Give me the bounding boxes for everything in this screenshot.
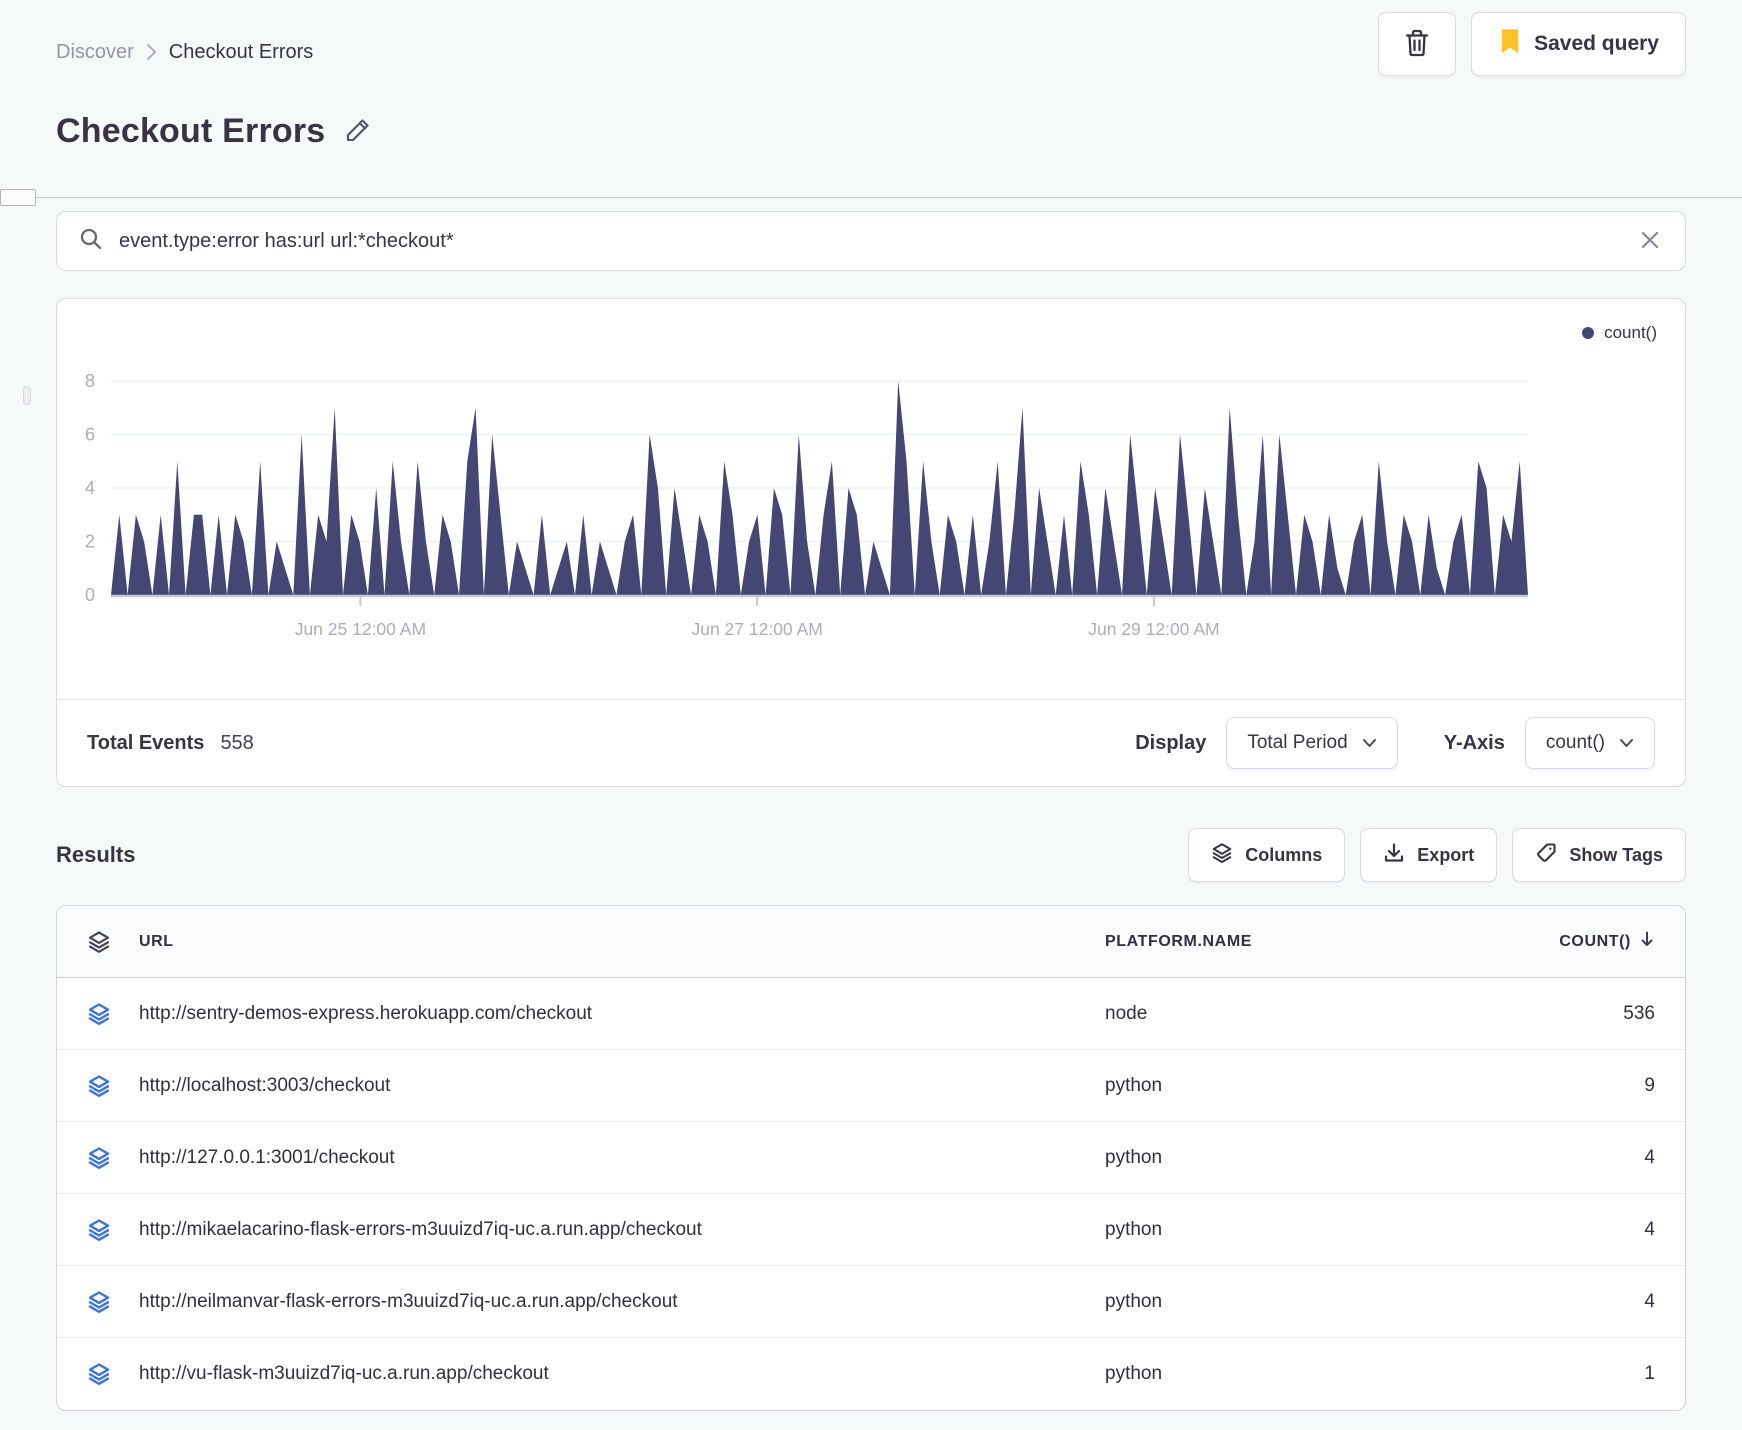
svg-text:Jun 29 12:00 AM: Jun 29 12:00 AM	[1088, 619, 1219, 639]
table-row[interactable]: http://sentry-demos-express.herokuapp.co…	[57, 978, 1685, 1050]
row-actions-layers-icon[interactable]	[87, 1218, 111, 1242]
chevron-down-icon	[1362, 732, 1377, 754]
platform-cell: python	[1105, 1218, 1163, 1240]
svg-text:0: 0	[85, 585, 95, 605]
svg-text:Jun 25 12:00 AM: Jun 25 12:00 AM	[295, 619, 426, 639]
row-actions-layers-icon[interactable]	[87, 1146, 111, 1170]
svg-text:6: 6	[85, 425, 95, 445]
platform-cell: python	[1105, 1290, 1163, 1312]
search-bar	[56, 211, 1686, 271]
close-icon	[1641, 231, 1659, 252]
header-divider	[0, 189, 1742, 206]
platform-cell: python	[1105, 1363, 1163, 1384]
export-button[interactable]: Export	[1360, 828, 1498, 882]
bookmark-icon	[1498, 28, 1522, 60]
url-cell: http://mikaelacarino-flask-errors-m3uuiz…	[139, 1218, 702, 1240]
layers-icon	[87, 930, 111, 954]
total-events-value: 558	[220, 731, 254, 754]
platform-cell: python	[1105, 1146, 1163, 1168]
yaxis-dropdown[interactable]: count()	[1524, 717, 1655, 769]
chart-legend[interactable]: count()	[1582, 323, 1657, 343]
tag-icon	[1535, 842, 1557, 869]
chart-footer: Total Events 558 Display Total Period Y-…	[57, 699, 1685, 786]
row-actions-layers-icon[interactable]	[87, 1362, 111, 1386]
url-cell: http://sentry-demos-express.herokuapp.co…	[139, 1002, 593, 1024]
url-cell: http://localhost:3003/checkout	[139, 1074, 391, 1096]
delete-query-button[interactable]	[1378, 12, 1457, 76]
count-cell: 4	[1644, 1290, 1655, 1312]
svg-text:8: 8	[85, 371, 95, 391]
download-icon	[1383, 842, 1405, 869]
search-input[interactable]	[119, 229, 1621, 253]
chevron-down-icon	[1619, 732, 1634, 754]
row-actions-layers-icon[interactable]	[87, 1290, 111, 1314]
column-header-url[interactable]: URL	[139, 933, 1105, 951]
table-row[interactable]: http://neilmanvar-flask-errors-m3uuizd7i…	[57, 1266, 1685, 1338]
results-heading: Results	[56, 842, 136, 867]
count-cell: 536	[1623, 1002, 1655, 1024]
sort-desc-arrow-icon	[1639, 930, 1655, 953]
legend-label: count()	[1604, 323, 1657, 342]
trash-icon	[1403, 28, 1431, 61]
svg-text:4: 4	[85, 478, 95, 498]
url-cell: http://127.0.0.1:3001/checkout	[139, 1146, 395, 1168]
platform-cell: python	[1105, 1074, 1163, 1096]
display-value: Total Period	[1247, 732, 1348, 753]
page-title: Checkout Errors	[56, 112, 326, 150]
column-header-platform[interactable]: PLATFORM.NAME	[1105, 933, 1485, 951]
table-header-row: URL PLATFORM.NAME COUNT()	[57, 906, 1685, 978]
saved-query-label: Saved query	[1534, 32, 1659, 55]
display-label: Display	[1135, 731, 1207, 754]
breadcrumb-discover[interactable]: Discover	[56, 41, 134, 64]
table-row[interactable]: http://127.0.0.1:3001/checkout python 4	[57, 1122, 1685, 1194]
page-header: Discover Checkout Errors Saved query Che…	[0, 0, 1742, 151]
column-header-count[interactable]: COUNT()	[1485, 930, 1655, 953]
count-cell: 9	[1644, 1074, 1655, 1096]
count-cell: 4	[1644, 1218, 1655, 1240]
search-icon	[79, 227, 103, 256]
export-label: Export	[1417, 844, 1475, 865]
columns-label: Columns	[1245, 844, 1323, 865]
results-toolbar: Results Columns Export Show Tags	[56, 828, 1686, 882]
display-dropdown[interactable]: Total Period	[1226, 717, 1398, 769]
pencil-icon	[343, 115, 373, 148]
edit-title-button[interactable]	[341, 113, 375, 150]
count-cell: 1	[1644, 1363, 1655, 1384]
total-events-label: Total Events	[87, 731, 205, 754]
row-actions-layers-icon[interactable]	[87, 1074, 111, 1098]
table-row[interactable]: http://mikaelacarino-flask-errors-m3uuiz…	[57, 1194, 1685, 1266]
count-header-label: COUNT()	[1559, 932, 1631, 950]
drag-grip[interactable]	[23, 386, 31, 405]
url-cell: http://vu-flask-m3uuizd7iq-uc.a.run.app/…	[139, 1363, 549, 1384]
events-chart-panel: count() 0 2 4 6 8 Jun 25 12:00 AM Jun 27 12:00…	[56, 298, 1686, 787]
chevron-right-icon	[146, 43, 157, 61]
show-tags-label: Show Tags	[1569, 844, 1663, 865]
svg-text:2: 2	[85, 532, 95, 552]
show-tags-button[interactable]: Show Tags	[1512, 828, 1686, 882]
columns-button[interactable]: Columns	[1188, 828, 1346, 882]
yaxis-value: count()	[1545, 732, 1605, 753]
count-cell: 4	[1644, 1146, 1655, 1168]
table-body: http://sentry-demos-express.herokuapp.co…	[57, 978, 1685, 1410]
svg-text:Jun 27 12:00 AM: Jun 27 12:00 AM	[691, 619, 822, 639]
table-row[interactable]: http://localhost:3003/checkout python 9	[57, 1050, 1685, 1122]
clear-search-button[interactable]	[1637, 227, 1663, 256]
saved-query-button[interactable]: Saved query	[1471, 12, 1686, 76]
platform-cell: node	[1105, 1002, 1148, 1024]
url-cell: http://neilmanvar-flask-errors-m3uuizd7i…	[139, 1290, 678, 1312]
panel-resize-handle[interactable]	[0, 189, 36, 206]
events-spike-chart: 0 2 4 6 8 Jun 25 12:00 AM Jun 27 12:00 AM Jun 2…	[85, 371, 1528, 639]
breadcrumb-current: Checkout Errors	[168, 40, 314, 63]
table-row[interactable]: http://vu-flask-m3uuizd7iq-uc.a.run.app/…	[57, 1338, 1685, 1410]
row-actions-layers-icon[interactable]	[87, 1002, 111, 1026]
results-table: URL PLATFORM.NAME COUNT() http://sentry-…	[56, 905, 1686, 1411]
layers-icon	[1211, 842, 1233, 869]
yaxis-label: Y-Axis	[1443, 731, 1505, 754]
breadcrumb: Discover Checkout Errors	[56, 25, 313, 64]
legend-dot	[1582, 327, 1595, 339]
